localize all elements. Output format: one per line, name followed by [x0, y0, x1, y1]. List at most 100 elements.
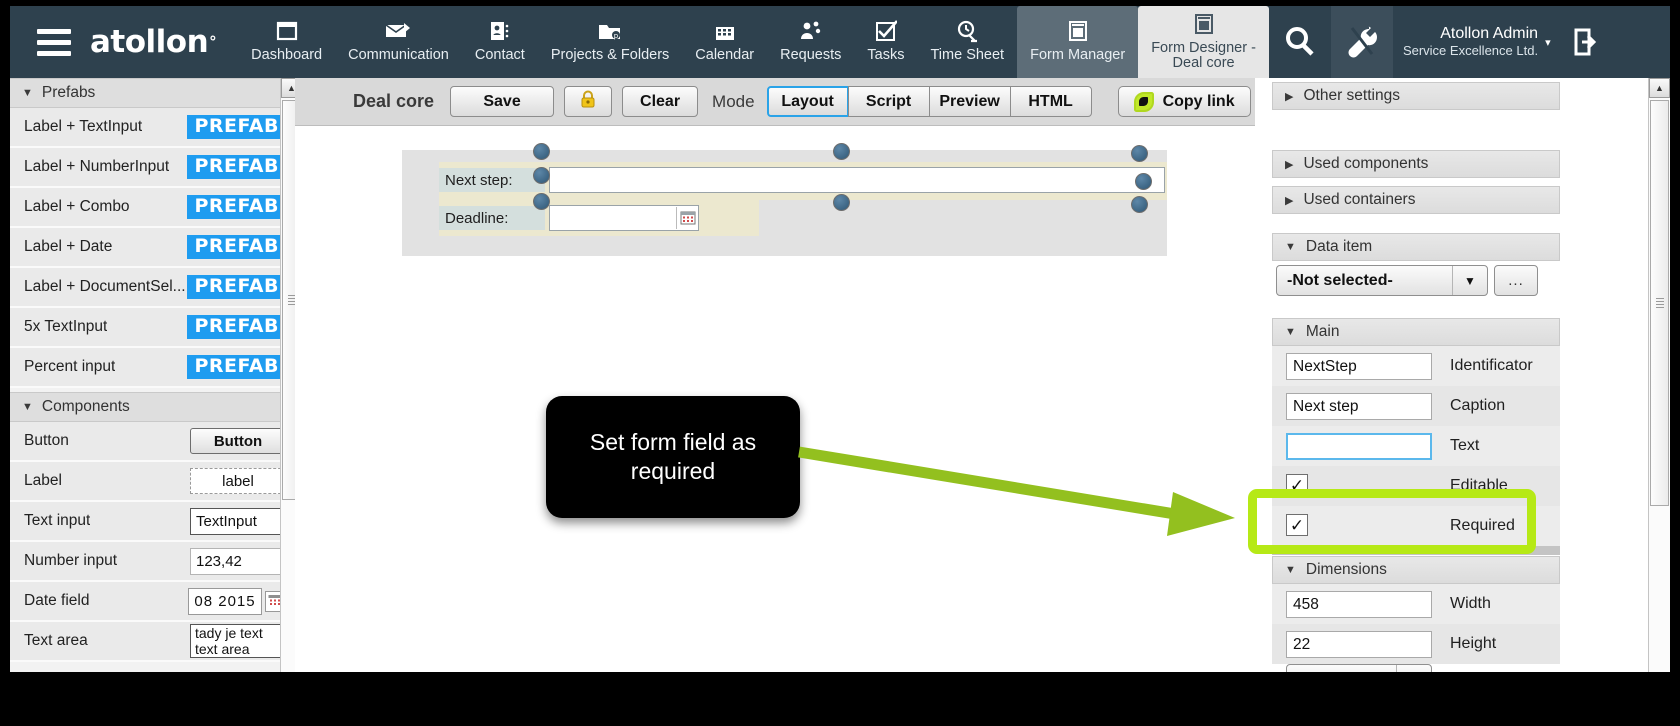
- section-data-item[interactable]: ▼ Data item: [1272, 233, 1560, 261]
- prefab-row[interactable]: Label + NumberInput PREFAB: [10, 148, 294, 188]
- panel-splitter[interactable]: [1272, 546, 1560, 555]
- height-input[interactable]: 22: [1286, 631, 1432, 658]
- save-button[interactable]: Save: [450, 86, 555, 117]
- section-used-containers[interactable]: ▶ Used containers: [1272, 186, 1560, 214]
- prefab-row[interactable]: Label + DocumentSel... PREFAB: [10, 268, 294, 308]
- mode-button-preview[interactable]: Preview: [928, 86, 1011, 117]
- prefabs-list: Label + TextInput PREFAB Label + NumberInp…: [10, 108, 294, 388]
- lock-button[interactable]: [564, 86, 613, 117]
- component-preview-textarea: tady je text text area: [190, 624, 286, 658]
- form-field-date-input[interactable]: [549, 205, 699, 231]
- copy-link-button[interactable]: Copy link: [1117, 86, 1251, 117]
- nav-label: Contact: [474, 47, 525, 64]
- nav-label: Form Manager: [1030, 47, 1126, 64]
- properties-scrollbar[interactable]: ▲: [1648, 78, 1670, 672]
- resize-handle-bottom-mid[interactable]: [833, 194, 850, 211]
- property-row-required: ✓ Required: [1272, 506, 1560, 546]
- frame-top: [0, 0, 1680, 6]
- dimension-extra-combo[interactable]: ▼: [1286, 664, 1432, 672]
- resize-handle-bottom-right[interactable]: [1131, 196, 1148, 213]
- property-row-caption: Next step Caption: [1272, 386, 1560, 426]
- triangle-right-icon: ▶: [1285, 158, 1294, 171]
- scroll-thumb[interactable]: [1650, 100, 1669, 506]
- calendar-icon[interactable]: [676, 207, 698, 229]
- width-input[interactable]: 458: [1286, 591, 1432, 618]
- component-row[interactable]: Number input 123,42: [10, 542, 294, 582]
- resize-handle-bottom-left[interactable]: [533, 193, 550, 210]
- nav-item-tasks[interactable]: Tasks: [854, 6, 917, 78]
- triangle-down-icon: ▼: [1285, 241, 1296, 253]
- form-field-caption: Next step:: [439, 168, 545, 192]
- components-section-header[interactable]: ▼ Components: [10, 392, 294, 422]
- data-item-browse-button[interactable]: ...: [1494, 265, 1538, 296]
- prefab-row[interactable]: Percent input PREFAB: [10, 348, 294, 388]
- prefabs-section-header[interactable]: ▼ Prefabs: [10, 78, 294, 108]
- component-name: Number input: [24, 552, 118, 569]
- section-dimensions[interactable]: ▼ Dimensions: [1272, 556, 1560, 584]
- component-row[interactable]: Label label: [10, 462, 294, 502]
- nav-item-form-manager[interactable]: Form Manager: [1017, 6, 1139, 78]
- search-icon[interactable]: [1269, 6, 1331, 78]
- mode-button-layout[interactable]: Layout: [766, 86, 849, 117]
- prefab-row[interactable]: Label + TextInput PREFAB: [10, 108, 294, 148]
- section-main[interactable]: ▼ Main: [1272, 318, 1560, 346]
- people-icon: [799, 18, 823, 44]
- envelope-icon: [385, 18, 411, 44]
- required-checkbox[interactable]: ✓: [1286, 514, 1308, 536]
- component-row[interactable]: Date field 08 2015: [10, 582, 294, 622]
- nav-item-time-sheet[interactable]: Time Sheet: [917, 6, 1017, 78]
- nav-item-requests[interactable]: Requests: [767, 6, 854, 78]
- resize-handle-top-left[interactable]: [533, 143, 550, 160]
- section-title: Prefabs: [41, 84, 96, 101]
- caption-input[interactable]: Next step: [1286, 393, 1432, 420]
- annotation-callout: Set form field as required: [546, 396, 800, 518]
- mode-label: Mode: [712, 91, 755, 111]
- nav-item-form-designer[interactable]: Form Designer - Deal core: [1138, 6, 1269, 78]
- nav-item-contact[interactable]: Contact: [462, 6, 538, 78]
- form-container[interactable]: Next step: Deadline:: [402, 143, 1167, 256]
- section-used-components[interactable]: ▶ Used components: [1272, 150, 1560, 178]
- nav-item-calendar[interactable]: Calendar: [682, 6, 767, 78]
- hamburger-menu-icon[interactable]: [22, 6, 86, 78]
- mode-button-html[interactable]: HTML: [1009, 86, 1092, 117]
- user-menu[interactable]: Atollon Admin Service Excellence Ltd. ▾: [1393, 6, 1557, 78]
- prefab-name: Label + TextInput: [24, 118, 143, 135]
- form-row-next-step[interactable]: Next step:: [439, 162, 1167, 200]
- clear-button[interactable]: Clear: [622, 86, 699, 117]
- resize-handle-middle-right[interactable]: [1135, 173, 1152, 190]
- section-title: Used containers: [1303, 191, 1416, 208]
- section-title: Other settings: [1303, 87, 1400, 104]
- components-list: Button Button Label label Text input TextInpu…: [10, 422, 294, 662]
- prefab-row[interactable]: Label + Combo PREFAB: [10, 188, 294, 228]
- nav-item-projects-folders[interactable]: p Projects & Folders: [538, 6, 682, 78]
- wrench-icon[interactable]: [1330, 6, 1393, 78]
- app-window: atollon ° Dashboard Communication Contact…: [0, 0, 1680, 726]
- component-row[interactable]: Text input TextInput: [10, 502, 294, 542]
- prefab-row[interactable]: 5x TextInput PREFAB: [10, 308, 294, 348]
- resize-handle-middle-left[interactable]: [533, 167, 550, 184]
- chevron-down-icon: ▼: [1464, 273, 1476, 288]
- mode-button-script[interactable]: Script: [847, 86, 930, 117]
- form-row-deadline[interactable]: Deadline:: [439, 200, 759, 236]
- form-field-input[interactable]: [549, 167, 1165, 193]
- logout-icon[interactable]: [1557, 6, 1619, 78]
- nav-item-communication[interactable]: Communication: [335, 6, 462, 78]
- section-title: Main: [1305, 323, 1340, 340]
- scroll-up-arrow[interactable]: ▲: [1649, 78, 1670, 98]
- component-row[interactable]: Text area tady je text text area: [10, 622, 294, 662]
- nav-item-dashboard[interactable]: Dashboard: [238, 6, 335, 78]
- resize-handle-top-right[interactable]: [1131, 145, 1148, 162]
- editable-checkbox[interactable]: ✓: [1286, 474, 1308, 496]
- resize-handle-top-middle[interactable]: [833, 143, 850, 160]
- brand-logo[interactable]: atollon °: [86, 6, 238, 78]
- prefab-row[interactable]: Label + Date PREFAB: [10, 228, 294, 268]
- component-row[interactable]: Button Button: [10, 422, 294, 462]
- top-navigation-bar: atollon ° Dashboard Communication Contact…: [10, 6, 1670, 78]
- section-other-settings[interactable]: ▶ Other settings: [1272, 82, 1560, 110]
- data-item-dropdown[interactable]: -Not selected- ▼: [1276, 265, 1488, 296]
- identificator-input[interactable]: NextStep: [1286, 353, 1432, 380]
- date-value: 08 2015: [188, 587, 262, 615]
- data-item-value: -Not selected-: [1287, 271, 1393, 289]
- text-input[interactable]: [1286, 433, 1432, 460]
- svg-text:p: p: [614, 32, 619, 40]
